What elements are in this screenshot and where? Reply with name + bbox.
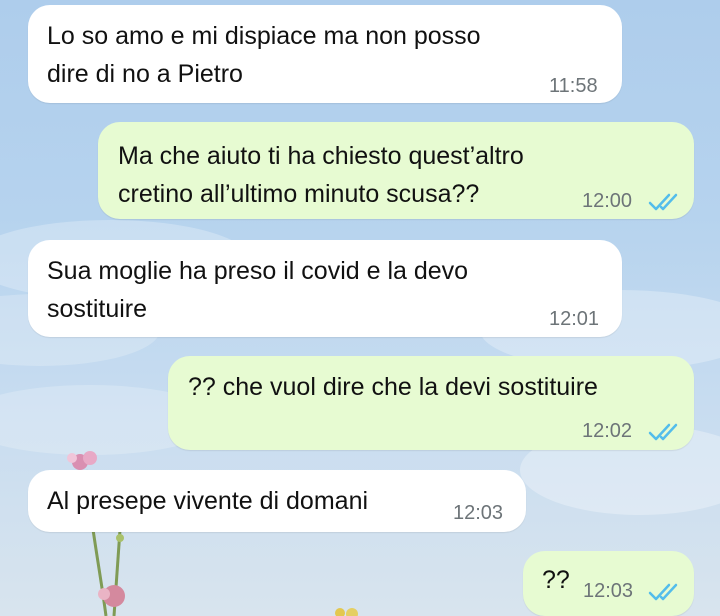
message-bubble-incoming[interactable]: Al presepe vivente di domani 12:03 (28, 470, 526, 532)
message-time: 12:03 (453, 502, 504, 524)
message-bubble-incoming[interactable]: Lo so amo e mi dispiace ma non posso dir… (28, 5, 622, 103)
double-check-icon (648, 193, 678, 211)
message-text: Ma che aiuto ti ha chiesto quest’altro c… (118, 142, 524, 208)
message-time: 12:02 (582, 420, 633, 442)
message-bubble-outgoing[interactable]: ?? 12:03 (523, 551, 694, 616)
message-time: 12:00 (582, 190, 633, 212)
message-text: ?? che vuol dire che la devi sostituire (188, 373, 598, 401)
message-text: Al presepe vivente di domani (47, 487, 369, 515)
double-check-icon (648, 423, 678, 441)
message-bubble-outgoing[interactable]: Ma che aiuto ti ha chiesto quest’altro c… (98, 122, 694, 219)
message-text: Lo so amo e mi dispiace ma non posso dir… (47, 22, 481, 88)
chat-area: Lo so amo e mi dispiace ma non posso dir… (0, 0, 720, 616)
message-time: 12:01 (549, 308, 600, 330)
double-check-icon (648, 583, 678, 601)
message-text: Sua moglie ha preso il covid e la devo s… (47, 257, 469, 323)
message-bubble-outgoing[interactable]: ?? che vuol dire che la devi sostituire … (168, 356, 694, 450)
message-bubble-incoming[interactable]: Sua moglie ha preso il covid e la devo s… (28, 240, 622, 337)
message-time: 11:58 (549, 75, 598, 97)
message-text: ?? (542, 566, 570, 594)
message-time: 12:03 (583, 580, 634, 602)
